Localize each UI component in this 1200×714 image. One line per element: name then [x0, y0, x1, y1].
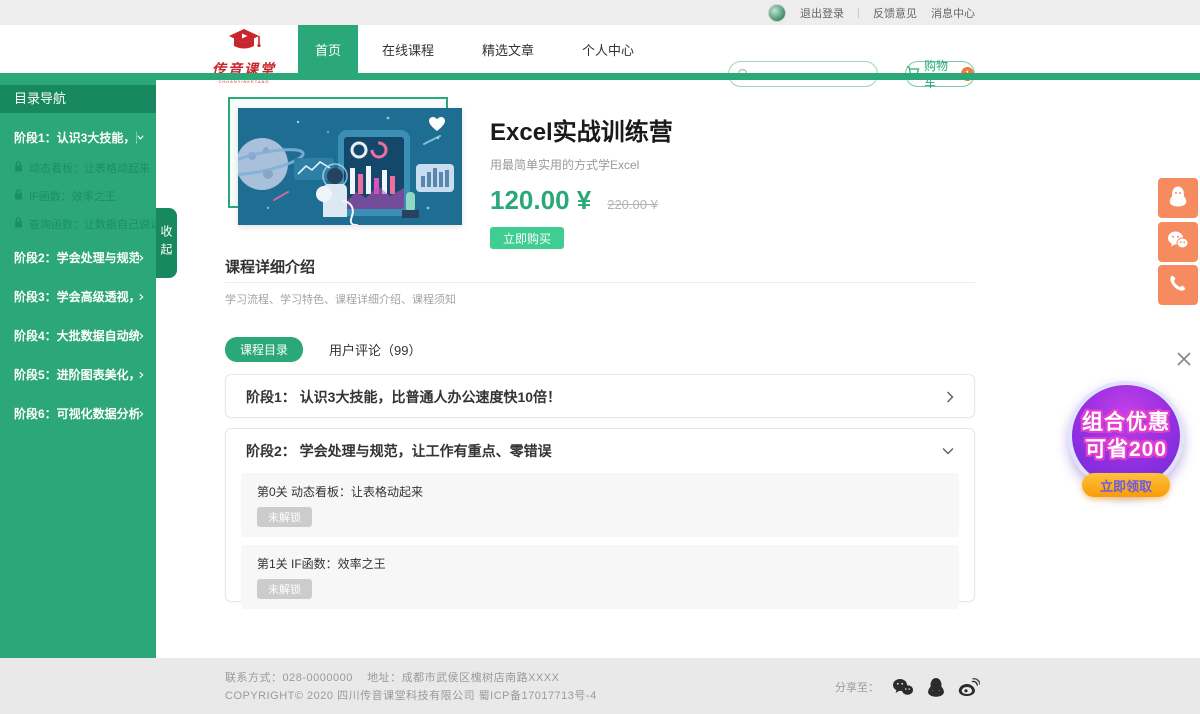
- lock-icon: [14, 161, 23, 175]
- sidebar-stage-4-label: 阶段4：大批数据自动统计分析，...: [14, 327, 139, 344]
- lesson-item-0[interactable]: 第0关 动态看板：让表格动起来 未解锁: [241, 473, 959, 537]
- course-subtitle: 用最简单实用的方式学Excel: [490, 156, 673, 173]
- accordion-stage-1-header[interactable]: 阶段1： 认识3大技能，比普通人办公速度快10倍！: [226, 375, 974, 419]
- lesson-0-locked-badge: 未解锁: [257, 507, 312, 527]
- collapse-label: 收起: [158, 225, 175, 261]
- tab-course-catalog[interactable]: 课程目录: [225, 337, 303, 362]
- course-info: Excel实战训练营 用最简单实用的方式学Excel 120.00 ¥ 220.…: [490, 112, 673, 249]
- page: 退出登录 反馈意见 消息中心 传音课堂 CHUANYINKETANG 首页 在线: [0, 0, 1200, 714]
- sidebar-stage-6-label: 阶段6：可视化数据分析，帮老板...: [14, 405, 139, 422]
- sidebar-lesson-1-label: IF函数：效率之王: [29, 188, 116, 204]
- nav-item-profile[interactable]: 个人中心: [558, 25, 658, 73]
- course-title: Excel实战训练营: [490, 112, 673, 147]
- topbar-right: 退出登录 反馈意见 消息中心: [768, 0, 975, 25]
- footer-address: 地址：成都市武侯区槐树店南路XXXX: [367, 672, 559, 684]
- lesson-1-title: 第1关 IF函数：效率之王: [257, 555, 943, 572]
- phone-contact-button[interactable]: [1158, 265, 1198, 305]
- sidebar-stage-3[interactable]: 阶段3：学会高级透视，拥有同时...: [0, 277, 156, 316]
- chevron-right-icon: [139, 292, 144, 302]
- topbar: 退出登录 反馈意见 消息中心: [0, 0, 1200, 25]
- sidebar-collapse-button[interactable]: 收起: [156, 208, 177, 278]
- wechat-icon: [1167, 230, 1189, 255]
- footer: 联系方式：028-0000000 地址：成都市武侯区槐树店南路XXXX COPY…: [0, 658, 1200, 714]
- messages-link[interactable]: 消息中心: [931, 5, 975, 21]
- lesson-1-locked-badge: 未解锁: [257, 579, 312, 599]
- nav-menu: 首页 在线课程 精选文章 个人中心: [298, 25, 658, 73]
- sidebar-title: 目录导航: [0, 85, 156, 113]
- sidebar-stage-5[interactable]: 阶段5：进阶图表美化，让汇报一...: [0, 355, 156, 394]
- weibo-share-icon[interactable]: [958, 678, 980, 697]
- nav-item-home[interactable]: 首页: [298, 25, 358, 73]
- chevron-down-icon: [137, 134, 144, 141]
- qq-share-icon[interactable]: [927, 677, 945, 697]
- favorite-heart-icon[interactable]: [428, 116, 446, 137]
- share-label: 分享至：: [835, 679, 879, 695]
- accordion-stage-2-title: 阶段2： 学会处理与规范，让工作有重点、零错误: [246, 441, 552, 461]
- phone-icon: [1169, 274, 1187, 297]
- section-divider: [225, 282, 975, 283]
- current-price: 120.00 ¥: [490, 185, 591, 216]
- nav-item-articles[interactable]: 精选文章: [458, 25, 558, 73]
- sidebar-lesson-0[interactable]: 动态看板：让表格动起来: [0, 154, 156, 182]
- chevron-down-icon: [942, 447, 954, 455]
- detail-section-title: 课程详细介绍: [225, 256, 315, 277]
- lock-icon: [14, 217, 23, 231]
- sidebar-stage-2[interactable]: 阶段2：学会处理与规范，让工作...: [0, 238, 156, 277]
- original-price: 220.00 ¥: [607, 197, 658, 212]
- promo-line-2: 可省200: [1085, 436, 1167, 463]
- promo-claim-button[interactable]: 立即领取: [1082, 473, 1170, 497]
- sidebar-lesson-2[interactable]: 查询函数：让数据自己说话: [0, 210, 156, 238]
- wechat-share-icon[interactable]: [892, 678, 914, 696]
- topbar-divider: [858, 8, 859, 18]
- course-thumbnail: [228, 97, 464, 227]
- footer-share: 分享至：: [835, 677, 980, 697]
- sidebar-stage-5-label: 阶段5：进阶图表美化，让汇报一...: [14, 366, 139, 383]
- qq-icon: [1168, 185, 1188, 212]
- wechat-contact-button[interactable]: [1158, 222, 1198, 262]
- accordion-stage-1: 阶段1： 认识3大技能，比普通人办公速度快10倍！: [225, 374, 975, 418]
- sidebar-lesson-0-label: 动态看板：让表格动起来: [29, 160, 150, 176]
- accent-strip: [0, 73, 1200, 80]
- catalog-sidebar: 目录导航 阶段1：认识3大技能，比普通人... 动态看板：让表格动起来 IF函数…: [0, 80, 156, 658]
- user-avatar[interactable]: [768, 4, 786, 22]
- footer-info: 联系方式：028-0000000 地址：成都市武侯区槐树店南路XXXX COPY…: [225, 669, 597, 705]
- sidebar-stage-3-label: 阶段3：学会高级透视，拥有同时...: [14, 288, 139, 305]
- chevron-right-icon: [139, 370, 144, 380]
- chevron-right-icon: [139, 253, 144, 263]
- sidebar-stage-4[interactable]: 阶段4：大批数据自动统计分析，...: [0, 316, 156, 355]
- nav-item-courses[interactable]: 在线课程: [358, 25, 458, 73]
- navbar: 传音课堂 CHUANYINKETANG 首页 在线课程 精选文章 个人中心 搜索…: [0, 25, 1200, 73]
- promo-line-1: 组合优惠: [1082, 409, 1170, 436]
- lesson-0-title: 第0关 动态看板：让表格动起来: [257, 483, 943, 500]
- graduation-cap-icon: [225, 29, 263, 58]
- lesson-item-1[interactable]: 第1关 IF函数：效率之王 未解锁: [241, 545, 959, 609]
- qq-contact-button[interactable]: [1158, 178, 1198, 218]
- detail-description: 学习流程、学习特色、课程详细介绍、课程须知: [225, 291, 456, 307]
- sidebar-lesson-1[interactable]: IF函数：效率之王: [0, 182, 156, 210]
- footer-copyright: COPYRIGHT© 2020 四川传音课堂科技有限公司 蜀ICP备170177…: [225, 687, 597, 705]
- sidebar-stage-1[interactable]: 阶段1：认识3大技能，比普通人...: [0, 113, 156, 154]
- detail-tabs: 课程目录 用户评论（99）: [225, 337, 421, 362]
- buy-now-button[interactable]: 立即购买: [490, 227, 564, 249]
- promo-close-icon[interactable]: [1176, 351, 1192, 367]
- sidebar-stage-6[interactable]: 阶段6：可视化数据分析，帮老板...: [0, 394, 156, 433]
- accordion-stage-2: 阶段2： 学会处理与规范，让工作有重点、零错误 第0关 动态看板：让表格动起来 …: [225, 428, 975, 602]
- feedback-link[interactable]: 反馈意见: [873, 5, 917, 21]
- sidebar-stage-1-label: 阶段1：认识3大技能，比普通人...: [14, 129, 137, 146]
- chevron-right-icon: [946, 391, 954, 403]
- chevron-right-icon: [139, 331, 144, 341]
- footer-contact: 联系方式：028-0000000: [225, 672, 353, 684]
- accordion-stage-1-title: 阶段1： 认识3大技能，比普通人办公速度快10倍！: [246, 387, 561, 407]
- sidebar-lesson-2-label: 查询函数：让数据自己说话: [29, 216, 161, 232]
- price-row: 120.00 ¥ 220.00 ¥: [490, 185, 673, 216]
- lock-icon: [14, 189, 23, 203]
- accordion-stage-2-header[interactable]: 阶段2： 学会处理与规范，让工作有重点、零错误: [226, 429, 974, 473]
- tab-user-reviews[interactable]: 用户评论（99）: [329, 340, 421, 359]
- sidebar-stage-2-label: 阶段2：学会处理与规范，让工作...: [14, 249, 139, 266]
- chevron-right-icon: [139, 409, 144, 419]
- logout-link[interactable]: 退出登录: [800, 5, 844, 21]
